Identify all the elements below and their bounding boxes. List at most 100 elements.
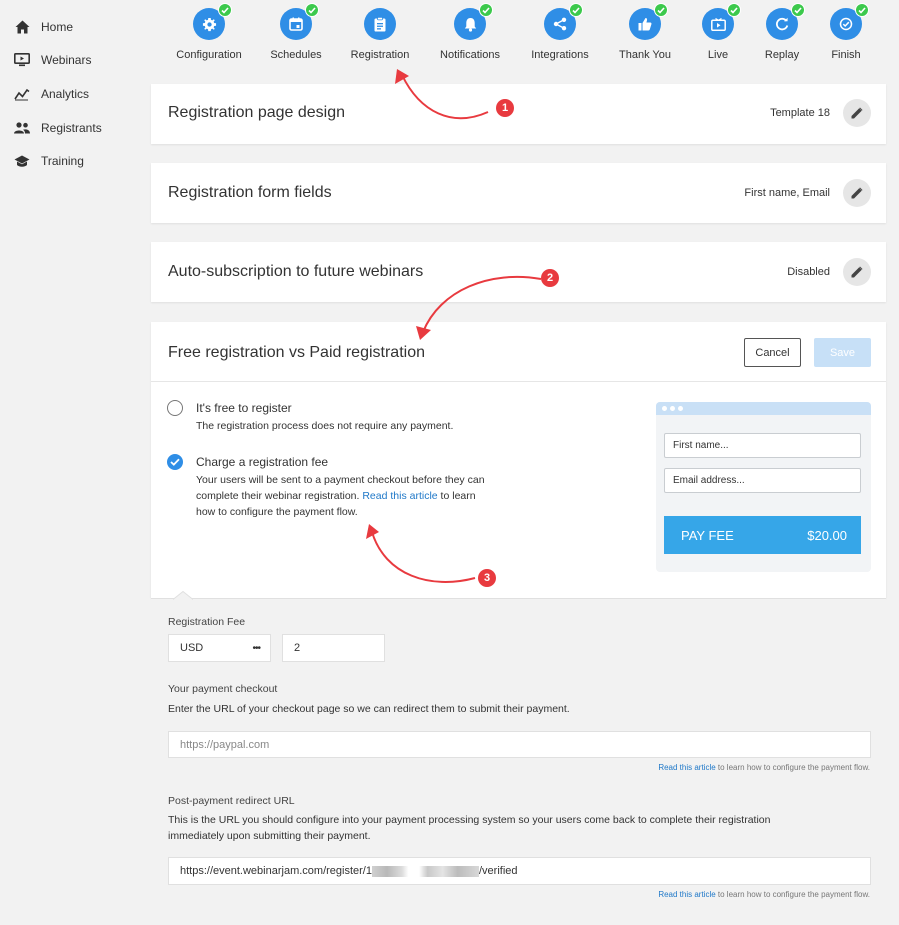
home-icon bbox=[14, 19, 30, 35]
step-circle bbox=[766, 3, 805, 40]
checkout-url-input[interactable]: https://paypal.com bbox=[168, 731, 871, 758]
card-title: Registration page design bbox=[168, 104, 346, 121]
desc-line: Your users will be sent to a payment che… bbox=[196, 474, 485, 486]
checkout-label: Your payment checkout bbox=[168, 683, 278, 695]
people-icon bbox=[14, 120, 30, 136]
step-integrations[interactable]: Integrations bbox=[520, 3, 600, 61]
card-value: Disabled bbox=[787, 266, 830, 278]
cancel-button[interactable]: Cancel bbox=[744, 338, 801, 367]
thumbs-up-icon bbox=[638, 18, 652, 31]
step-registration[interactable]: Registration bbox=[340, 8, 420, 61]
currency-value: USD bbox=[180, 642, 204, 654]
pencil-icon bbox=[851, 266, 863, 278]
fee-radio[interactable] bbox=[167, 454, 183, 470]
card-value: First name, Email bbox=[744, 187, 830, 199]
registration-fee-label: Registration Fee bbox=[168, 616, 246, 628]
sidebar-item-label: Home bbox=[41, 20, 74, 34]
help-text: to learn how to configure the payment fl… bbox=[715, 890, 870, 899]
sidebar-item-home[interactable]: Home bbox=[14, 17, 73, 37]
step-circle bbox=[544, 3, 583, 40]
free-radio[interactable] bbox=[167, 400, 183, 416]
annotation-badge: 3 bbox=[478, 569, 496, 587]
step-label: Schedules bbox=[270, 49, 322, 61]
sidebar: Home Webinars Analytics Registrants Trai… bbox=[0, 0, 140, 925]
registration-form-fields-card: Registration form fields First name, Ema… bbox=[151, 163, 886, 223]
desc-line: how to configure the payment flow. bbox=[196, 506, 358, 518]
step-notifications[interactable]: Notifications bbox=[430, 3, 510, 61]
step-schedules[interactable]: Schedules bbox=[256, 3, 336, 61]
help-text: to learn how to configure the payment fl… bbox=[715, 763, 870, 772]
currency-select[interactable]: USD ••• bbox=[168, 634, 271, 662]
share-icon bbox=[553, 17, 567, 31]
clipboard-icon bbox=[374, 16, 386, 31]
completed-check-icon bbox=[727, 3, 741, 17]
url-end: /verified bbox=[478, 865, 518, 877]
completed-check-icon bbox=[305, 3, 319, 17]
browser-bar bbox=[656, 402, 871, 415]
step-label: Thank You bbox=[619, 49, 671, 61]
save-button[interactable]: Save bbox=[814, 338, 871, 367]
edit-button[interactable] bbox=[843, 179, 871, 207]
pay-amount: $20.00 bbox=[807, 527, 847, 543]
step-label: Notifications bbox=[440, 49, 500, 61]
read-article-link[interactable]: Read this article bbox=[362, 490, 437, 502]
redirect-url-field[interactable]: https://event.webinarjam.com/register/1 … bbox=[168, 857, 871, 885]
step-finish[interactable]: Finish bbox=[806, 3, 886, 61]
checkout-desc: Enter the URL of your checkout page so w… bbox=[168, 703, 570, 715]
step-circle bbox=[702, 3, 741, 40]
edit-button[interactable] bbox=[843, 99, 871, 127]
annotation-badge: 1 bbox=[496, 99, 514, 117]
replay-icon bbox=[776, 17, 789, 31]
preview-first-name-field: First name... bbox=[664, 433, 861, 458]
redirect-help: Read this article to learn how to config… bbox=[658, 890, 870, 899]
monitor-icon bbox=[14, 52, 30, 68]
sidebar-item-label: Registrants bbox=[41, 121, 102, 135]
step-circle bbox=[830, 3, 869, 40]
step-circle bbox=[629, 3, 668, 40]
annotation-badge: 2 bbox=[541, 269, 559, 287]
fee-amount-input[interactable]: 2 bbox=[282, 634, 385, 662]
pencil-icon bbox=[851, 187, 863, 199]
gear-icon bbox=[202, 17, 216, 31]
payment-details-section: Registration Fee USD ••• 2 Your payment … bbox=[151, 591, 886, 918]
card-value: Template 18 bbox=[770, 107, 830, 119]
step-circle bbox=[454, 3, 493, 40]
sidebar-item-analytics[interactable]: Analytics bbox=[14, 84, 89, 104]
sidebar-item-label: Analytics bbox=[41, 87, 90, 101]
step-configuration[interactable]: Configuration bbox=[169, 3, 249, 61]
fee-option-title: Charge a registration fee bbox=[196, 455, 329, 469]
sidebar-item-label: Training bbox=[41, 154, 84, 168]
sidebar-item-training[interactable]: Training bbox=[14, 151, 84, 171]
payment-preview: First name... Email address... PAY FEE $… bbox=[656, 402, 871, 572]
bell-icon bbox=[464, 17, 476, 32]
completed-check-icon bbox=[791, 3, 805, 17]
step-circle bbox=[193, 3, 232, 40]
free-option-title: It's free to register bbox=[196, 401, 292, 415]
sidebar-item-registrants[interactable]: Registrants bbox=[14, 118, 102, 138]
desc-line: This is the URL you should configure int… bbox=[168, 814, 771, 826]
divider bbox=[151, 598, 886, 599]
completed-check-icon bbox=[218, 3, 232, 17]
read-article-link[interactable]: Read this article bbox=[658, 763, 715, 772]
step-label: Finish bbox=[831, 49, 861, 61]
edit-button[interactable] bbox=[843, 258, 871, 286]
step-circle bbox=[364, 8, 396, 40]
sidebar-item-webinars[interactable]: Webinars bbox=[14, 50, 91, 70]
calendar-icon bbox=[289, 17, 303, 31]
completed-check-icon bbox=[479, 3, 493, 17]
pencil-icon bbox=[851, 107, 863, 119]
pay-label: PAY FEE bbox=[681, 527, 734, 543]
paid-registration-card: Free registration vs Paid registration C… bbox=[151, 322, 886, 598]
step-thank-you[interactable]: Thank You bbox=[605, 3, 685, 61]
analytics-icon bbox=[14, 86, 30, 102]
url-start: https://event.webinarjam.com/register/1 bbox=[180, 865, 372, 877]
step-label: Registration bbox=[350, 49, 410, 61]
pointer-caret bbox=[173, 591, 193, 600]
read-article-link[interactable]: Read this article bbox=[658, 890, 715, 899]
card-title: Registration form fields bbox=[168, 184, 332, 201]
desc-line: immediately upon submitting their paymen… bbox=[168, 830, 371, 842]
card-title: Auto-subscription to future webinars bbox=[168, 263, 424, 280]
completed-check-icon bbox=[855, 3, 869, 17]
preview-pay-button: PAY FEE $20.00 bbox=[664, 516, 861, 554]
completed-check-icon bbox=[569, 3, 583, 17]
